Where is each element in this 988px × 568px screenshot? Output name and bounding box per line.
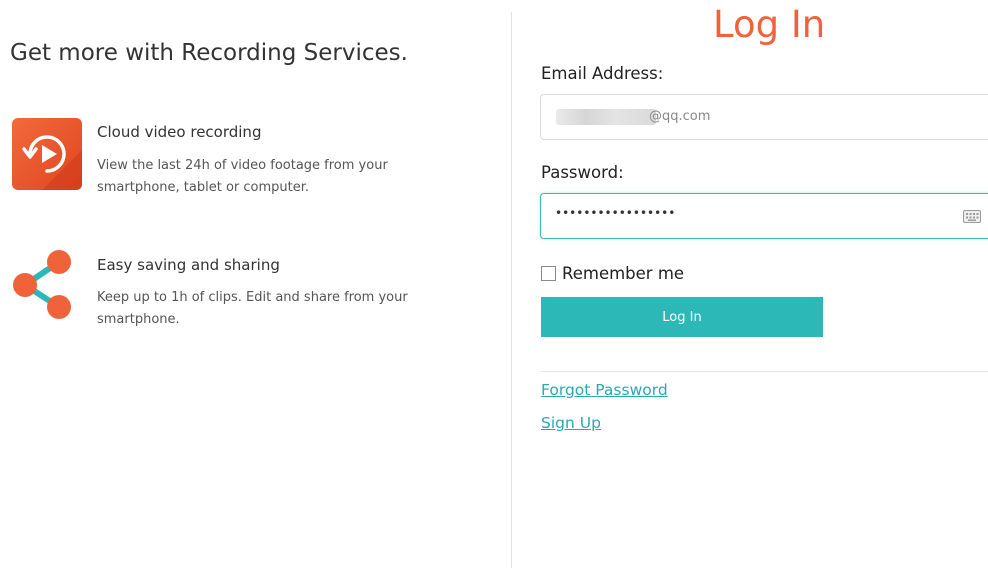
remember-me-label[interactable]: Remember me — [562, 264, 684, 283]
password-masked-value: ••••••••••••••••• — [555, 206, 676, 220]
forgot-password-link[interactable]: Forgot Password — [541, 381, 668, 399]
form-separator — [541, 371, 988, 372]
email-field[interactable]: @qq.com — [540, 94, 988, 140]
promo-panel: Get more with Recording Services. Cloud … — [0, 0, 510, 568]
password-label: Password: — [541, 163, 624, 182]
feature-title-cloud-recording: Cloud video recording — [97, 123, 262, 141]
login-panel: Log In Email Address: @qq.com Password: … — [512, 0, 988, 568]
email-label: Email Address: — [541, 64, 664, 83]
redacted-email-prefix — [556, 109, 656, 125]
email-value-suffix: @qq.com — [649, 109, 711, 124]
feature-description-saving-sharing: Keep up to 1h of clips. Edit and share f… — [97, 290, 408, 327]
share-icon — [13, 250, 71, 319]
sign-up-link[interactable]: Sign Up — [541, 414, 601, 432]
remember-me-checkbox[interactable] — [541, 265, 556, 281]
login-button[interactable]: Log In — [541, 297, 823, 337]
feature-title-saving-sharing: Easy saving and sharing — [97, 256, 280, 274]
promo-headline: Get more with Recording Services. — [10, 40, 408, 66]
keyboard-icon[interactable] — [963, 210, 981, 223]
password-field[interactable]: ••••••••••••••••• — [540, 193, 988, 239]
login-title: Log In — [713, 3, 826, 46]
feature-description-cloud-recording: View the last 24h of video footage from … — [97, 158, 388, 195]
recording-services-login-page: Get more with Recording Services. Cloud … — [0, 0, 988, 568]
cloud-video-icon — [12, 118, 82, 190]
remember-me-row[interactable]: Remember me — [541, 262, 684, 284]
